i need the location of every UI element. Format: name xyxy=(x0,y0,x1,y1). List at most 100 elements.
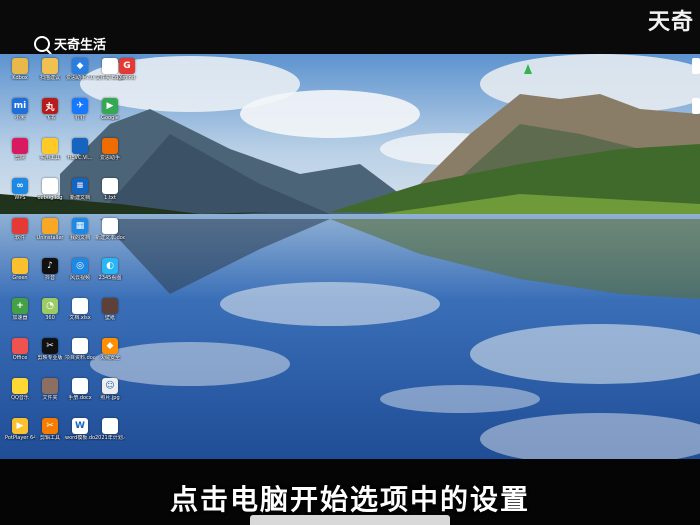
desktop-icon-label: 剪映 xyxy=(14,155,25,161)
desktop-icon[interactable]: ▦ 我的文档 xyxy=(65,218,95,241)
app-icon: ◆ xyxy=(72,58,88,74)
partial-desktop-icon[interactable] xyxy=(692,58,700,74)
desktop-icon-label: 爱思助手 xyxy=(99,155,120,161)
app-icon: ✂ xyxy=(42,338,58,354)
desktop-icon[interactable]: 文件夹 xyxy=(35,378,65,401)
desktop-icon[interactable]: ∞ WPS xyxy=(5,178,35,201)
desktop-icon[interactable]: 1.txt xyxy=(95,178,125,201)
desktop-screen: Kdbox 扫描建议 ◆ 爱思助手7.0 文件夹 Edge G Xmind mi 小米丸飞书 ✈ 钉… xyxy=(0,54,700,459)
desktop-icon-label: 软件 xyxy=(14,235,25,241)
desktop-icon[interactable]: Uninstaller xyxy=(35,218,65,241)
desktop-icon-label: 火绒安全 xyxy=(99,355,120,361)
desktop-icon[interactable]: QQ音乐 xyxy=(5,378,35,401)
desktop-icon[interactable]: ▶PotPlayer 64 bit xyxy=(5,418,35,441)
desktop-icon-label: 钉钉 xyxy=(74,115,85,121)
desktop-icon-label: QQ音乐 xyxy=(11,395,29,401)
app-icon: ✈ xyxy=(72,98,88,114)
app-icon: ∞ xyxy=(12,178,28,194)
desktop-icon[interactable]: ✂ 剪辑工具 xyxy=(35,418,65,441)
desktop-icon[interactable]: ◎ 风云视频 xyxy=(65,258,95,281)
app-icon: ◆ xyxy=(102,338,118,354)
desktop-icon-label: 实用工具 xyxy=(39,155,60,161)
desktop-icon-label: 剪映专业版 xyxy=(37,355,63,361)
desktop-icon[interactable]: 新建文本.docx xyxy=(95,218,125,241)
desktop-icon[interactable]: 丸飞书 xyxy=(35,98,65,121)
top-black-bar: 天奇生活 天奇 xyxy=(0,0,700,54)
desktop-icon[interactable]: 剪映 xyxy=(5,138,35,161)
desktop-icon[interactable]: Kdbox xyxy=(5,58,35,81)
desktop-icon-label: 新建文档 xyxy=(69,195,90,201)
desktop-icon[interactable]: ♪ 抖音 xyxy=(35,258,65,281)
desktop-icon-label: 剪辑工具 xyxy=(39,435,60,441)
app-icon xyxy=(72,298,88,314)
desktop-icon[interactable]: 爱思助手 xyxy=(95,138,125,161)
app-icon: ▦ xyxy=(72,218,88,234)
desktop-icon[interactable]: ☺ 照片.jpg xyxy=(95,378,125,401)
desktop-icon-label: WPS xyxy=(14,195,26,201)
app-icon: + xyxy=(12,298,28,314)
brand-watermark-text: 天奇生活 xyxy=(54,38,107,53)
desktop-icon[interactable]: ≡ 新建文档 xyxy=(65,178,95,201)
app-icon xyxy=(102,418,118,434)
desktop-icon[interactable]: 扫描建议 xyxy=(35,58,65,81)
desktop-icon[interactable]: mi 小米 xyxy=(5,98,35,121)
app-icon: mi xyxy=(12,98,28,114)
desktop-icon-label: 手册.docx xyxy=(68,395,92,401)
desktop-icon-label: 项目资料.docx xyxy=(65,355,95,361)
desktop-icon-label: 2021年计划.docx xyxy=(95,435,125,441)
video-subtitle: 点击电脑开始选项中的设置 xyxy=(169,483,530,516)
desktop-icon-label: 加速器 xyxy=(12,315,28,321)
app-icon: ▶ xyxy=(12,418,28,434)
desktop-icon-label: Google xyxy=(101,115,119,121)
desktop-icon-label: 爱思助手7.0 xyxy=(66,75,94,81)
desktop-icon[interactable]: 实用工具 xyxy=(35,138,65,161)
desktop-icon-label: 我的文档 xyxy=(69,235,90,241)
desktop-icon-label: 新建文本.docx xyxy=(95,235,125,241)
desktop-icon-label: Uninstaller xyxy=(36,235,64,241)
desktop-icon-label: Xmind xyxy=(118,75,136,81)
app-icon: G xyxy=(119,58,135,74)
desktop-icon-label: Kdbox xyxy=(12,75,28,81)
desktop-icon[interactable]: ◆ 火绒安全 xyxy=(95,338,125,361)
desktop-icon[interactable]: ◐ 2345看图 xyxy=(95,258,125,281)
app-icon: ♪ xyxy=(42,258,58,274)
app-icon xyxy=(72,378,88,394)
desktop-icon-label: Green xyxy=(12,275,28,281)
desktop-icon[interactable]: ◆ 爱思助手7.0 xyxy=(65,58,95,81)
desktop-icon-label: 抖音 xyxy=(44,275,55,281)
app-icon: ≡ xyxy=(72,178,88,194)
app-icon xyxy=(42,378,58,394)
desktop-icon[interactable]: Green xyxy=(5,258,35,281)
desktop-icon[interactable]: + 加速器 xyxy=(5,298,35,321)
desktop-icon[interactable]: 文档.xlsx xyxy=(65,298,95,321)
app-icon xyxy=(42,138,58,154)
app-icon xyxy=(12,338,28,354)
desktop-icon-label: 1.txt xyxy=(104,195,116,201)
desktop-icon[interactable]: ✈ 钉钉 xyxy=(65,98,95,121)
desktop-icon[interactable]: Office xyxy=(5,338,35,361)
desktop-icon[interactable]: ▶ Google xyxy=(95,98,125,121)
desktop-icon-label: debug.log xyxy=(37,195,63,201)
app-icon xyxy=(72,338,88,354)
desktop-icon[interactable]: debug.log xyxy=(35,178,65,201)
desktop-icon[interactable]: 手册.docx xyxy=(65,378,95,401)
desktop-icon[interactable]: HEVC.Vi... xyxy=(65,138,95,161)
app-icon: ◔ xyxy=(42,298,58,314)
app-icon xyxy=(102,298,118,314)
desktop-icon[interactable]: 项目资料.docx xyxy=(65,338,95,361)
desktop-icon-label: 壁纸 xyxy=(104,315,115,321)
desktop-icon[interactable]: ✂ 剪映专业版 xyxy=(35,338,65,361)
desktop-icon[interactable]: 壁纸 xyxy=(95,298,125,321)
app-icon xyxy=(102,138,118,154)
monitor-stand xyxy=(250,515,450,525)
desktop-icon[interactable]: 软件 xyxy=(5,218,35,241)
desktop-right-edge-icons xyxy=(690,54,700,459)
desktop-icon[interactable]: G Xmind xyxy=(112,58,142,81)
desktop-icon[interactable]: 2021年计划.docx xyxy=(95,418,125,441)
desktop-icon[interactable]: Wword模板.docx xyxy=(65,418,95,441)
partial-desktop-icon[interactable] xyxy=(692,98,700,114)
desktop-icon-label: PotPlayer 64 bit xyxy=(5,435,35,441)
app-icon xyxy=(102,218,118,234)
app-icon xyxy=(42,218,58,234)
desktop-icon[interactable]: ◔ 360 xyxy=(35,298,65,321)
